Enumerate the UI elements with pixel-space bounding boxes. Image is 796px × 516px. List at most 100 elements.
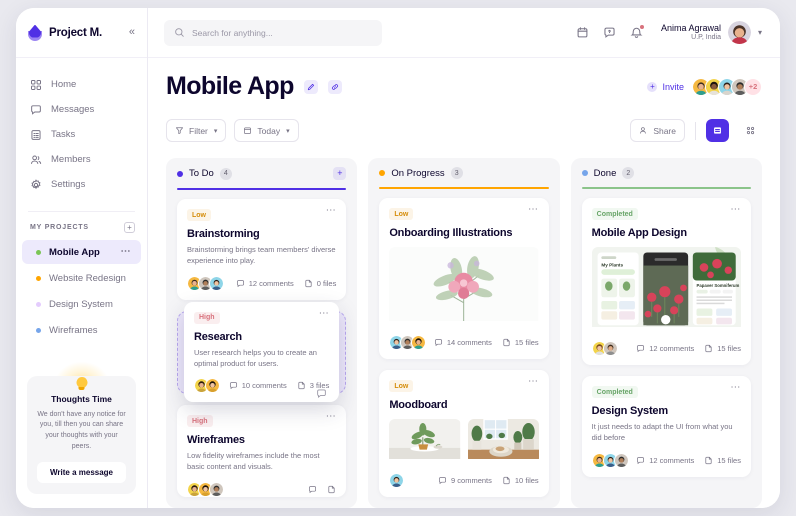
- toolbar-separator: [695, 121, 696, 140]
- comment-icon: [434, 339, 442, 347]
- users-icon: [30, 154, 42, 166]
- card-onboarding-illustrations[interactable]: Low ⋯ Onboarding Illustrations 14 commen…: [379, 198, 549, 359]
- project-item-design-system[interactable]: Design System: [22, 292, 141, 316]
- sidebar-item-label: Tasks: [51, 129, 76, 140]
- today-button[interactable]: Today ▾: [234, 119, 299, 142]
- add-card-icon[interactable]: +: [333, 167, 347, 180]
- brand-name: Project M.: [49, 26, 102, 39]
- collapse-sidebar-icon[interactable]: «: [129, 27, 135, 38]
- card-moodboard[interactable]: Low ⋯ Moodboard 9 comments 10 files: [379, 370, 549, 497]
- today-label: Today: [257, 125, 281, 136]
- avatar[interactable]: [602, 341, 618, 356]
- avatar[interactable]: [389, 473, 405, 488]
- plus-icon: +: [647, 81, 658, 92]
- sidebar-item-settings[interactable]: Settings: [16, 172, 147, 197]
- card-meta: [308, 485, 336, 494]
- comment-count: 12 comments: [636, 344, 694, 353]
- app-logo-icon: [28, 24, 42, 41]
- chevron-down-icon[interactable]: ▾: [758, 28, 762, 37]
- sidebar-item-messages[interactable]: Messages: [16, 97, 147, 122]
- column-header: On Progress 3: [368, 158, 560, 189]
- search-box[interactable]: [164, 19, 382, 46]
- gear-icon: [30, 178, 42, 191]
- priority-badge: Low: [187, 209, 211, 221]
- sidebar-item-home[interactable]: Home: [16, 72, 147, 97]
- card-brainstorming[interactable]: Low ⋯ Brainstorming Brainstorming brings…: [177, 199, 347, 300]
- list-view-icon: [714, 127, 721, 134]
- card-menu-icon[interactable]: ⋯: [319, 308, 330, 318]
- write-message-button[interactable]: Write a message: [37, 462, 126, 483]
- question-chat-icon[interactable]: [603, 26, 616, 39]
- file-icon: [503, 338, 510, 347]
- project-more-icon[interactable]: ⋯: [121, 247, 132, 257]
- sidebar-item-label: Home: [51, 79, 77, 90]
- user-menu[interactable]: Anima Agrawal U.P, India ▾: [661, 21, 762, 44]
- card-design-system[interactable]: Completed ⋯ Design System It just needs …: [581, 376, 751, 477]
- bell-icon[interactable]: [630, 25, 644, 39]
- priority-badge: High: [187, 415, 213, 428]
- card-title: Brainstorming: [187, 228, 260, 240]
- search-input[interactable]: [192, 27, 372, 38]
- avatar-overflow-count[interactable]: +2: [744, 77, 762, 96]
- card-research[interactable]: High ⋯ Research User research helps you …: [184, 301, 340, 402]
- card-avatar-group: [591, 341, 618, 356]
- card-menu-icon[interactable]: ⋯: [528, 377, 539, 387]
- card-menu-icon[interactable]: ⋯: [730, 383, 741, 393]
- toolbar: Filter ▾ Today ▾ Share: [166, 119, 762, 142]
- card-mobile-app-design[interactable]: Completed ⋯ Mobile App Design My Plants …: [581, 198, 751, 365]
- file-icon: [503, 476, 510, 485]
- card-menu-icon[interactable]: ⋯: [730, 205, 741, 215]
- chevron-down-icon: ▾: [286, 127, 290, 135]
- avatar[interactable]: [205, 378, 220, 393]
- project-label: Wireframes: [49, 324, 98, 336]
- thoughts-card-wrapper: Thoughts Time We don't have any notice f…: [16, 361, 147, 508]
- card-meta: 14 comments 15 files: [434, 338, 539, 347]
- card-menu-icon[interactable]: ⋯: [528, 205, 539, 215]
- card-title: Moodboard: [389, 399, 448, 411]
- comment-icon: [309, 485, 317, 493]
- moodboard-photo-room: [467, 419, 539, 464]
- card-dropzone: High ⋯ Research User research helps you …: [177, 301, 347, 402]
- file-count: 0 files: [304, 279, 336, 288]
- project-item-mobile-app[interactable]: Mobile App ⋯: [22, 240, 141, 264]
- project-item-website-redesign[interactable]: Website Redesign: [22, 266, 141, 290]
- column-color-dot: [379, 170, 386, 176]
- card-meta: 12 comments 0 files: [236, 279, 336, 288]
- sidebar-item-members[interactable]: Members: [16, 147, 147, 172]
- card-title: Wireframes: [187, 434, 245, 447]
- projects-title: MY PROJECTS: [30, 224, 89, 231]
- sidebar-item-tasks[interactable]: Tasks: [16, 122, 147, 147]
- avatar[interactable]: [411, 335, 427, 350]
- avatar[interactable]: [613, 452, 629, 468]
- card-wireframes[interactable]: High ⋯ Wireframes Low fidelity wireframe…: [177, 405, 347, 497]
- member-avatar-group: +2: [692, 77, 762, 96]
- calendar-icon[interactable]: [576, 26, 589, 39]
- card-avatar-group: [389, 335, 427, 350]
- file-count: 15 files: [502, 338, 539, 347]
- avatar[interactable]: [209, 275, 224, 291]
- toolbar-right: Share: [630, 119, 762, 142]
- comment-count: [308, 485, 317, 494]
- filter-button[interactable]: Filter ▾: [166, 119, 227, 142]
- view-grid-button[interactable]: [739, 119, 762, 142]
- project-item-wireframes[interactable]: Wireframes: [22, 318, 141, 342]
- chat-icon: [30, 104, 42, 116]
- sidebar-header: Project M. «: [16, 8, 147, 58]
- priority-badge: Completed: [591, 386, 638, 398]
- add-project-icon[interactable]: +: [124, 222, 135, 233]
- invite-button[interactable]: + Invite: [647, 81, 684, 92]
- avatar[interactable]: [727, 21, 751, 44]
- topbar-icons: [576, 25, 644, 39]
- share-button[interactable]: Share: [630, 119, 685, 142]
- card-menu-icon[interactable]: ⋯: [326, 412, 337, 422]
- priority-badge: High: [194, 311, 220, 324]
- file-icon: [705, 344, 712, 353]
- view-list-button[interactable]: [706, 119, 729, 142]
- link-icon[interactable]: [327, 79, 342, 94]
- share-label: Share: [653, 125, 676, 136]
- avatar[interactable]: [209, 481, 224, 497]
- pencil-icon[interactable]: [303, 79, 318, 94]
- card-image-moodboard: [389, 419, 539, 464]
- card-menu-icon[interactable]: ⋯: [326, 206, 337, 216]
- file-count: [327, 485, 336, 494]
